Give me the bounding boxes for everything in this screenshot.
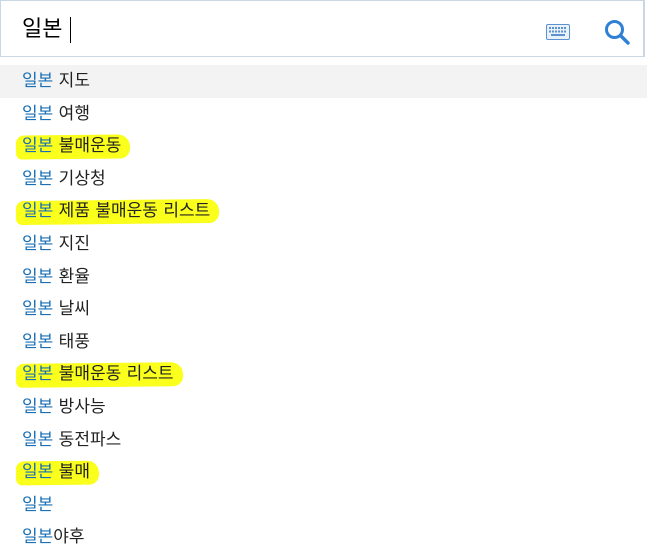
suggestion-match: 일본 (22, 429, 54, 450)
suggestion-item[interactable]: 일본 여행 (0, 98, 647, 131)
suggestion-rest: 동전파스 (53, 429, 122, 450)
suggestion-match: 일본 (22, 201, 54, 222)
suggestion-match: 일본 (22, 462, 54, 483)
suggestion-rest: 불매 (53, 462, 90, 483)
suggestion-item[interactable]: 일본 (0, 489, 647, 522)
suggestion-text: 일본 지도 (22, 65, 93, 98)
suggestion-rest: 기상청 (53, 168, 106, 189)
search-bar[interactable]: 일본 (0, 0, 645, 57)
suggestion-text: 일본 방사능 (22, 391, 109, 424)
suggestion-match: 일본 (22, 494, 54, 515)
suggestion-text: 일본 지진 (22, 228, 93, 261)
suggestion-match: 일본 (22, 396, 54, 417)
suggestion-rest: 여행 (53, 103, 90, 124)
suggestion-match: 일본 (22, 527, 54, 548)
suggestion-rest: 지진 (53, 233, 90, 254)
highlighted-suggestion-text: 일본 불매운동 리스트 (22, 358, 177, 391)
highlighted-suggestion-text: 일본 제품 불매운동 리스트 (22, 195, 213, 228)
search-icon[interactable] (604, 19, 630, 45)
suggestion-list: 일본 지도 일본 여행 일본 불매운동 일본 기상청 일본 제품 불매운동 리스트 일본 … (0, 65, 647, 554)
suggestion-item[interactable]: 일본야후 (0, 521, 647, 554)
suggestion-text: 일본 태풍 (22, 326, 93, 359)
suggestion-rest: 제품 불매운동 리스트 (53, 201, 211, 222)
suggestion-match: 일본 (22, 71, 54, 91)
suggestion-match: 일본 (22, 331, 54, 352)
suggestion-item[interactable]: 일본 동전파스 (0, 424, 647, 457)
suggestion-text: 일본야후 (22, 521, 88, 554)
keyboard-icon[interactable] (546, 23, 570, 41)
suggestion-item[interactable]: 일본 불매 (0, 456, 647, 489)
suggestion-match: 일본 (22, 299, 54, 320)
suggestion-rest: 방사능 (53, 396, 106, 417)
highlighted-suggestion-text: 일본 불매운동 (22, 130, 124, 163)
suggestion-item[interactable]: 일본 방사능 (0, 391, 647, 424)
suggestion-item[interactable]: 일본 제품 불매운동 리스트 (0, 195, 647, 228)
suggestion-item[interactable]: 일본 날씨 (0, 293, 647, 326)
suggestion-rest: 태풍 (53, 331, 90, 352)
suggestion-match: 일본 (22, 103, 54, 124)
suggestion-text: 일본 환율 (22, 261, 93, 294)
suggestion-item[interactable]: 일본 기상청 (0, 163, 647, 196)
suggestion-rest: 지도 (53, 71, 90, 91)
suggestion-rest: 야후 (53, 527, 85, 548)
suggestion-rest: 불매운동 리스트 (53, 364, 174, 385)
suggestion-text: 일본 여행 (22, 98, 93, 131)
suggestion-rest: 날씨 (53, 299, 90, 320)
suggestion-text: 일본 동전파스 (22, 424, 124, 457)
suggestion-rest: 불매운동 (53, 136, 122, 157)
suggestion-item[interactable]: 일본 불매운동 리스트 (0, 358, 647, 391)
suggestion-match: 일본 (22, 364, 54, 385)
suggestion-item[interactable]: 일본 불매운동 (0, 130, 647, 163)
suggestion-text: 일본 (22, 489, 56, 522)
suggestion-text: 일본 날씨 (22, 293, 93, 326)
suggestion-match: 일본 (22, 136, 54, 157)
suggestion-item[interactable]: 일본 태풍 (0, 326, 647, 359)
suggestion-match: 일본 (22, 168, 54, 189)
suggestion-text: 일본 기상청 (22, 163, 109, 196)
suggestion-item[interactable]: 일본 지도 (0, 65, 647, 98)
highlighted-suggestion-text: 일본 불매 (22, 456, 93, 489)
suggestion-item[interactable]: 일본 지진 (0, 228, 647, 261)
search-input[interactable]: 일본 (22, 16, 62, 44)
suggestion-match: 일본 (22, 233, 54, 254)
text-caret (70, 17, 71, 43)
suggestion-rest: 환율 (53, 266, 90, 287)
suggestion-item[interactable]: 일본 환율 (0, 261, 647, 294)
suggestion-match: 일본 (22, 266, 54, 287)
